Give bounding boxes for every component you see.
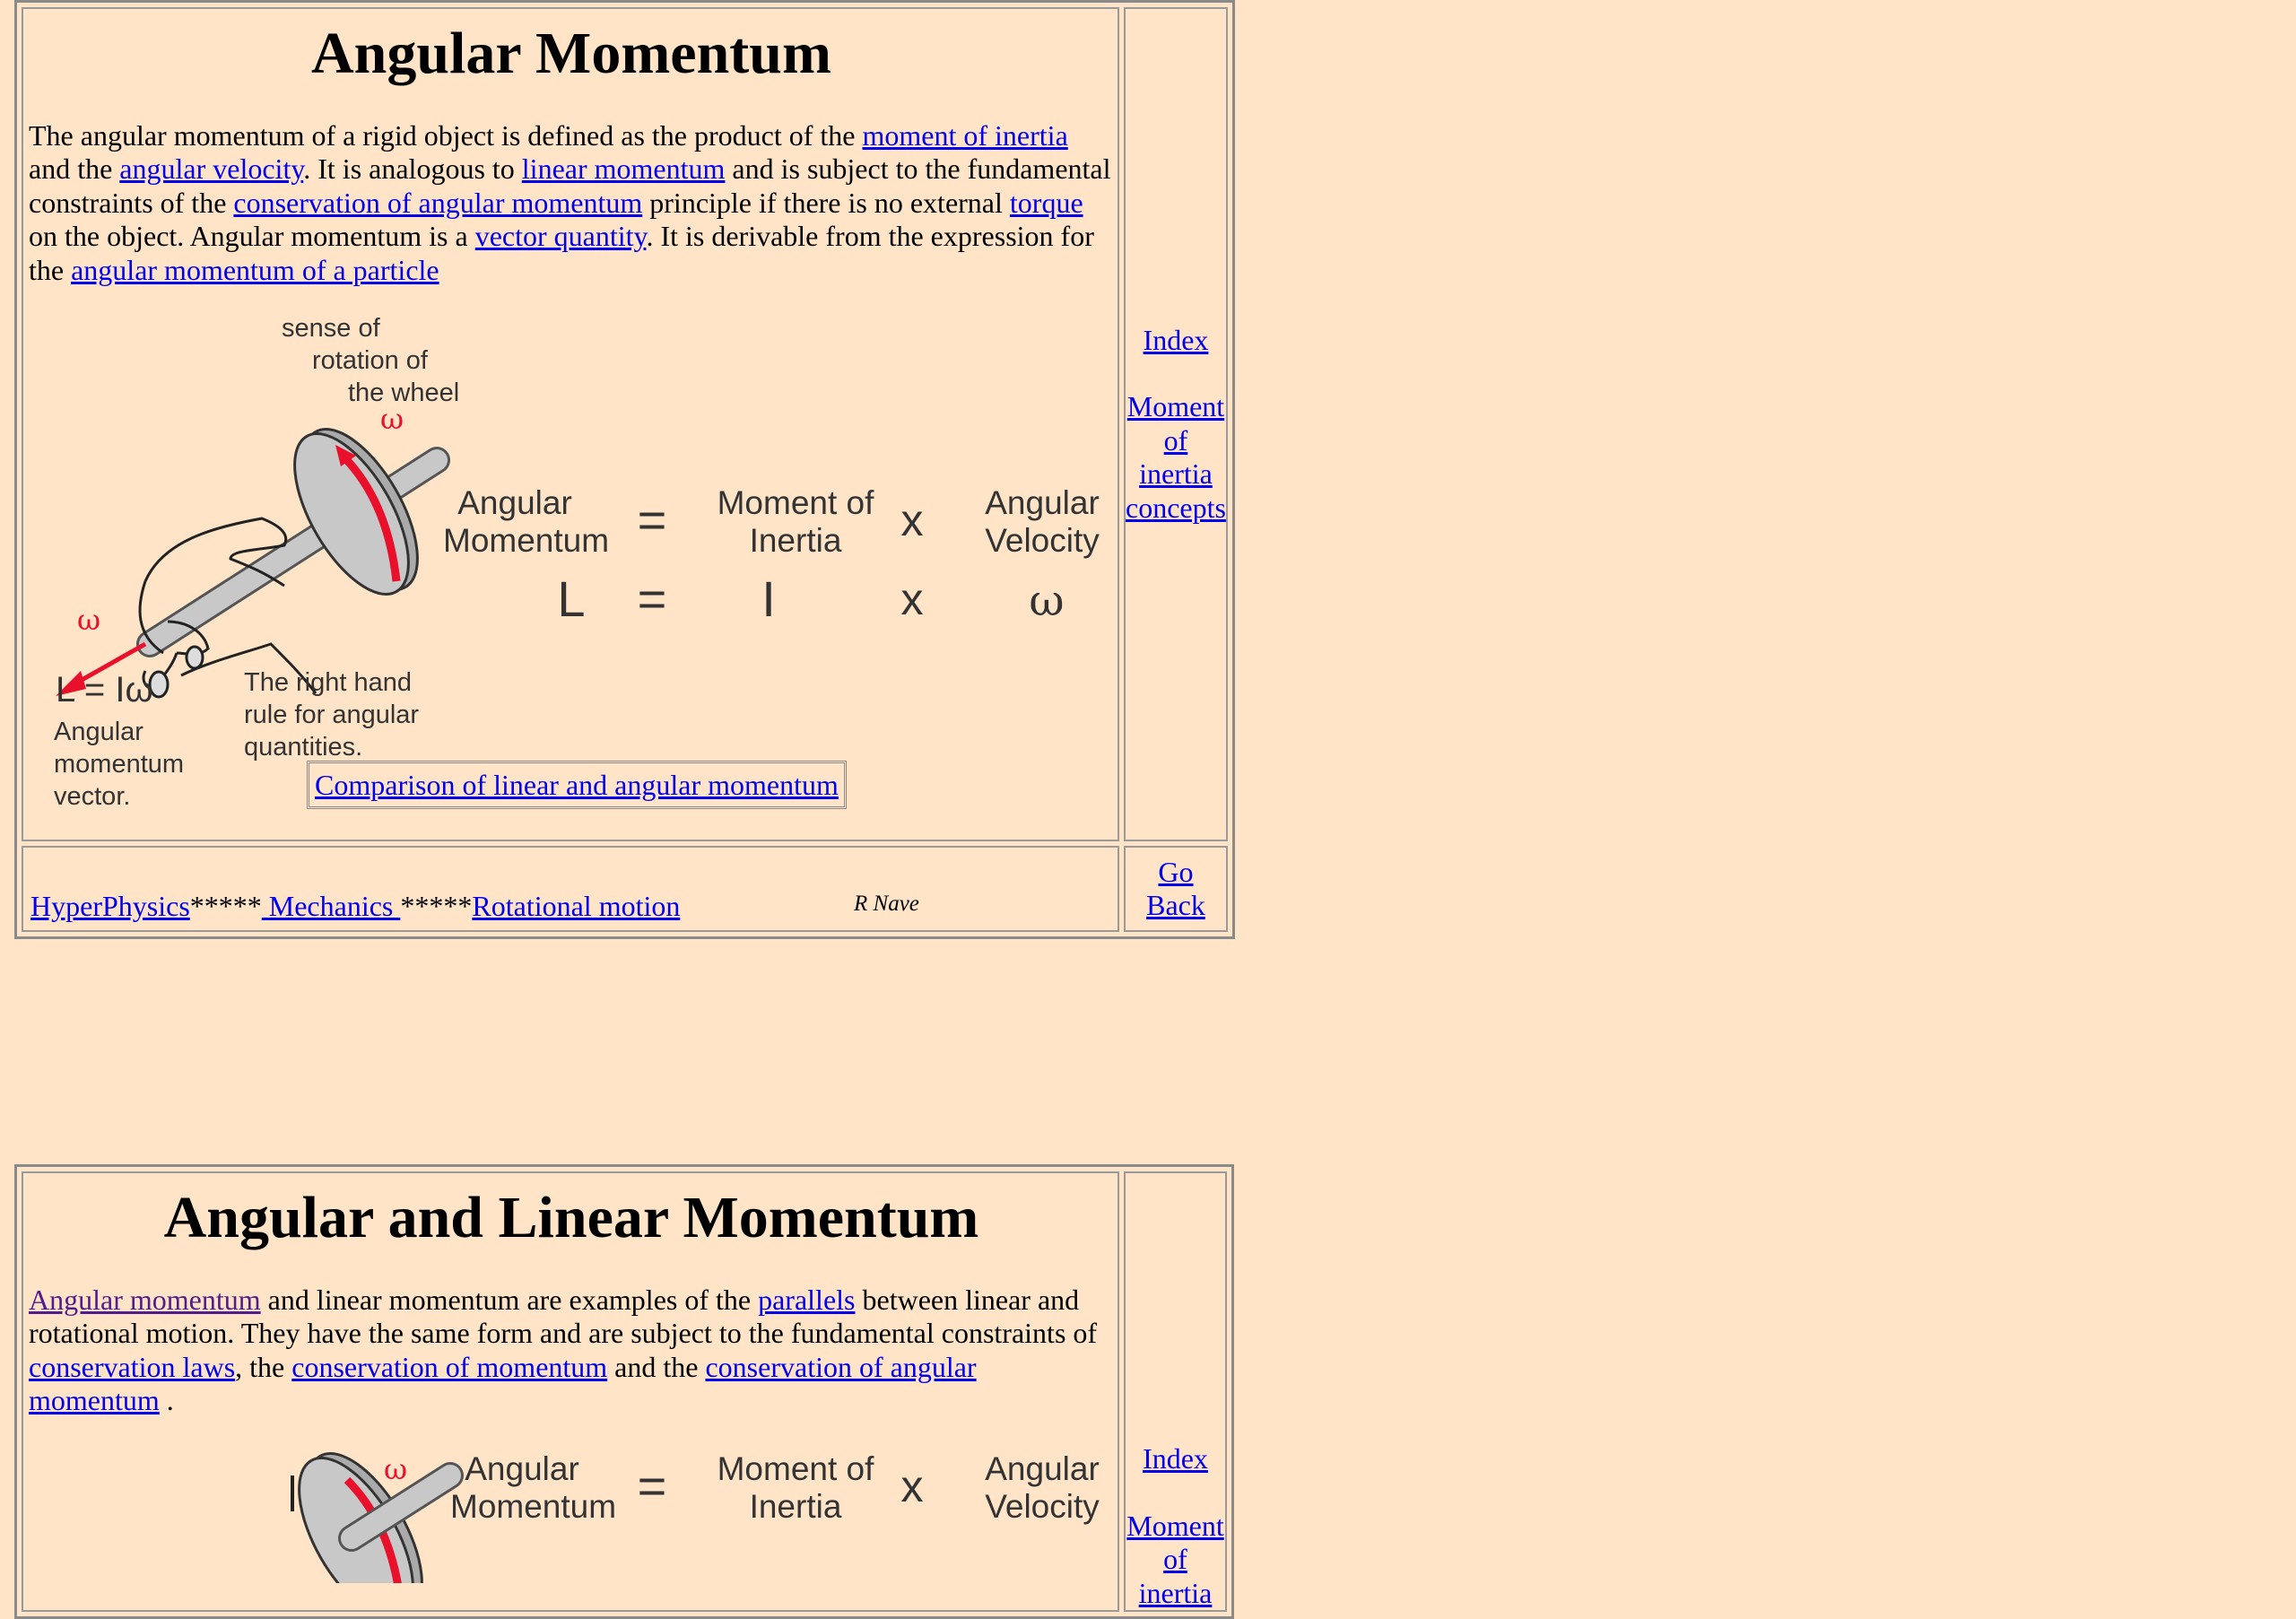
paragraph-text: The angular momentum of a rigid object i…	[29, 118, 863, 152]
eq-symbol-L: L	[557, 570, 586, 628]
side-nav: Index Moment of inertia concepts	[1126, 324, 1226, 526]
right-hand-rule-caption: The right hand rule for angular quantiti…	[244, 668, 420, 762]
wheel-omega-label: ω	[380, 402, 404, 437]
eq-equals-1: =	[637, 492, 667, 549]
paragraph-text: .	[159, 1384, 174, 1417]
paragraph-text: principle if there is no external	[642, 186, 1010, 219]
side-link-moment[interactable]: Moment	[1126, 390, 1226, 424]
link-conservation-laws[interactable]: conservation laws	[29, 1351, 235, 1383]
eq-moment-of-inertia-label-2: Moment of Inertia	[717, 1449, 874, 1525]
eq-symbol-I: I	[761, 570, 776, 628]
eq-equals-3: =	[637, 1457, 667, 1514]
vector-formula: L = Iω	[56, 670, 153, 710]
author-credit: R Nave	[854, 892, 919, 917]
page-title: Angular Momentum	[311, 21, 831, 86]
intro-paragraph: The angular momentum of a rigid object i…	[29, 119, 1114, 288]
side-link-of-inertia[interactable]: of inertia	[1126, 424, 1226, 492]
vector-caption: Angular momentum vector.	[54, 718, 185, 812]
footer-breadcrumb: HyperPhysics***** Mechanics *****Rotatio…	[30, 889, 1110, 923]
eq-angular-velocity-label-2: Angular Velocity	[985, 1449, 1100, 1525]
link-angular-velocity[interactable]: angular velocity	[119, 152, 303, 185]
footer-sep-1: *****	[189, 890, 262, 923]
paragraph-text: on the object. Angular momentum is a	[29, 220, 475, 253]
eq-angular-momentum-label: Angular Momentum	[443, 484, 610, 560]
side-link-of-inertia-2[interactable]: of inertia	[1126, 1543, 1225, 1610]
paragraph-text: , the	[235, 1350, 292, 1383]
footer-link-hyperphysics[interactable]: HyperPhysics	[30, 890, 190, 922]
section-2-paragraph: Angular momentum and linear momentum are…	[29, 1284, 1114, 1418]
wheel-icon	[293, 428, 419, 596]
footer-sep-2: *****	[400, 890, 473, 923]
side-nav-cell-2: Index Moment of inertia	[1124, 1171, 1227, 1612]
eq-moment-of-inertia-label: Moment of Inertia	[717, 484, 874, 560]
paragraph-text: and the	[29, 152, 120, 186]
paragraph-text: . It is analogous to	[303, 152, 522, 186]
side-gap	[1126, 357, 1226, 390]
eq-times-3: x	[900, 1460, 924, 1511]
link-linear-momentum[interactable]: linear momentum	[522, 152, 726, 185]
footer-cell: HyperPhysics***** Mechanics *****Rotatio…	[22, 846, 1119, 933]
content-cell-2: Angular and Linear Momentum Angular mome…	[22, 1171, 1119, 1619]
section-angular-linear-momentum: Angular and Linear Momentum Angular mome…	[14, 1164, 1234, 1619]
eq-times-2: x	[900, 574, 924, 625]
angular-momentum-diagram: sense of rotation of the wheel ω ω Angul…	[29, 312, 1114, 832]
eq-equals-2: =	[637, 570, 667, 628]
go-back-link[interactable]: Go Back	[1146, 856, 1205, 921]
eq-angular-momentum-label-2: Angular Momentum	[450, 1449, 617, 1525]
side-nav-2: Index Moment of inertia	[1126, 1442, 1225, 1610]
link-torque[interactable]: torque	[1010, 187, 1083, 219]
eq-times-1: x	[900, 495, 924, 546]
comparison-link-box: Comparison of linear and angular momentu…	[307, 761, 847, 810]
footer-link-rotational-motion[interactable]: Rotational motion	[472, 890, 680, 922]
footer-link-mechanics[interactable]: Mechanics	[262, 890, 401, 922]
link-moment-of-inertia[interactable]: moment of inertia	[863, 119, 1068, 152]
link-conservation-of-momentum[interactable]: conservation of momentum	[291, 1351, 607, 1383]
content-cell: Angular Momentum The angular momentum of…	[22, 7, 1119, 842]
paragraph-text: and linear momentum are examples of the	[260, 1283, 759, 1316]
sense-label-2: rotation of	[312, 346, 428, 376]
sense-label-1: sense of	[282, 314, 380, 344]
link-angular-momentum-of-a-particle[interactable]: angular momentum of a particle	[71, 254, 439, 286]
eq-angular-velocity-label: Angular Velocity	[985, 484, 1100, 560]
page: Angular Momentum The angular momentum of…	[0, 0, 2296, 1619]
side-link-index-2[interactable]: Index	[1126, 1442, 1225, 1476]
side-gap-2	[1126, 1476, 1225, 1510]
comparison-link[interactable]: Comparison of linear and angular momentu…	[315, 769, 839, 801]
wheel-omega-label-2: ω	[384, 1451, 408, 1486]
link-angular-momentum[interactable]: Angular momentum	[29, 1284, 261, 1316]
angular-momentum-diagram-2: ω Angular Momentum = Moment of Inertia x	[29, 1440, 1114, 1619]
go-back-cell: Go Back	[1124, 846, 1228, 933]
section-2-title: Angular and Linear Momentum	[163, 1185, 979, 1250]
link-vector-quantity[interactable]: vector quantity	[475, 220, 647, 252]
section-angular-momentum: Angular Momentum The angular momentum of…	[14, 0, 1235, 940]
wheel-icon-2	[298, 1451, 464, 1619]
eq-symbol-omega: ω	[1029, 576, 1065, 627]
paragraph-text: and the	[607, 1350, 706, 1383]
link-conservation-of-angular-momentum[interactable]: conservation of angular momentum	[233, 187, 642, 219]
vector-omega-label: ω	[77, 603, 101, 638]
side-link-index[interactable]: Index	[1126, 324, 1226, 358]
side-link-moment-2[interactable]: Moment	[1126, 1510, 1225, 1544]
side-nav-cell: Index Moment of inertia concepts	[1124, 7, 1228, 842]
link-parallels[interactable]: parallels	[758, 1284, 855, 1316]
side-link-concepts[interactable]: concepts	[1126, 492, 1226, 526]
